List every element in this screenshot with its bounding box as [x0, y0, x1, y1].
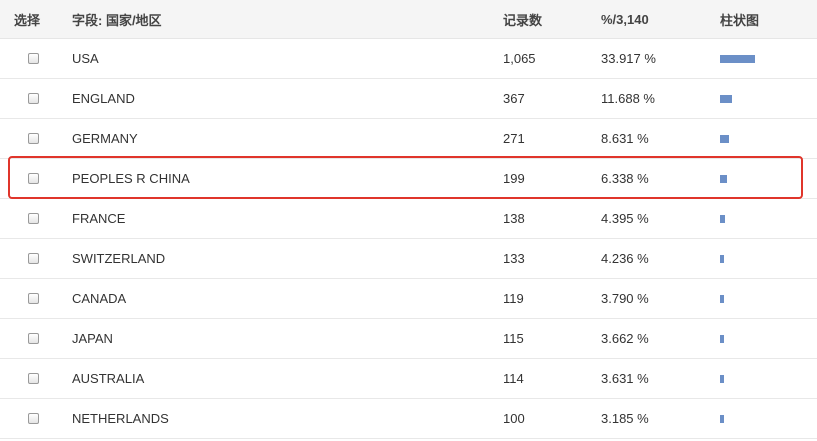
table-row: ENGLAND 367 11.688 % — [0, 79, 817, 119]
country-name: FRANCE — [72, 211, 126, 226]
country-name: PEOPLES R CHINA — [72, 171, 190, 186]
row-select-cell — [26, 239, 40, 278]
row-checkbox[interactable] — [27, 293, 39, 304]
row-checkbox[interactable] — [27, 333, 39, 344]
percent-value: 11.688 % — [601, 91, 655, 106]
percent-value: 4.236 % — [601, 251, 649, 266]
row-select-cell — [26, 279, 40, 318]
table-header: 选择 字段: 国家/地区 记录数 %/3,140 柱状图 — [0, 0, 817, 39]
country-name: NETHERLANDS — [72, 411, 169, 426]
row-select-cell — [26, 199, 40, 238]
table-row: FRANCE 138 4.395 % — [0, 199, 817, 239]
percent-value: 4.395 % — [601, 211, 649, 226]
percent-value: 33.917 % — [601, 51, 656, 66]
row-select-cell — [26, 359, 40, 398]
share-bar — [720, 214, 725, 223]
record-count: 367 — [503, 91, 525, 106]
record-count: 133 — [503, 251, 525, 266]
row-select-cell — [26, 319, 40, 358]
bar-cell — [720, 159, 800, 198]
share-bar — [720, 174, 727, 183]
table-row: SWITZERLAND 133 4.236 % — [0, 239, 817, 279]
share-bar — [720, 334, 724, 343]
row-select-cell — [26, 159, 40, 198]
row-checkbox[interactable] — [27, 133, 39, 144]
share-bar — [720, 294, 724, 303]
row-checkbox[interactable] — [27, 173, 39, 184]
percent-value: 3.790 % — [601, 291, 649, 306]
table-row: AUSTRALIA 114 3.631 % — [0, 359, 817, 399]
record-count: 119 — [503, 291, 524, 306]
share-bar — [720, 54, 755, 63]
row-select-cell — [26, 39, 40, 78]
bar-cell — [720, 239, 800, 278]
share-bar — [720, 94, 732, 103]
percent-value: 3.631 % — [601, 371, 649, 386]
row-checkbox[interactable] — [27, 373, 39, 384]
table-row: PEOPLES R CHINA 199 6.338 % — [0, 159, 817, 199]
row-select-cell — [26, 79, 40, 118]
row-checkbox[interactable] — [27, 253, 39, 264]
bar-cell — [720, 319, 800, 358]
country-name: USA — [72, 51, 99, 66]
bar-cell — [720, 399, 800, 438]
record-count: 114 — [503, 371, 524, 386]
bar-cell — [720, 359, 800, 398]
record-count: 271 — [503, 131, 525, 146]
country-name: SWITZERLAND — [72, 251, 166, 266]
bar-cell — [720, 119, 800, 158]
percent-value: 3.662 % — [601, 331, 649, 346]
percent-value: 8.631 % — [601, 131, 649, 146]
country-name: AUSTRALIA — [72, 371, 145, 386]
percent-value: 6.338 % — [601, 171, 649, 186]
table-row: GERMANY 271 8.631 % — [0, 119, 817, 159]
table-body: USA 1,065 33.917 % ENGLAND 367 11.688 % GERMAN… — [0, 39, 817, 439]
row-select-cell — [26, 119, 40, 158]
table-row: CANADA 119 3.790 % — [0, 279, 817, 319]
record-count: 115 — [503, 331, 524, 346]
share-bar — [720, 414, 724, 423]
bar-cell — [720, 79, 800, 118]
row-checkbox[interactable] — [27, 93, 39, 104]
country-name: GERMANY — [72, 131, 138, 146]
header-bar-chart: 柱状图 — [720, 12, 760, 28]
row-checkbox[interactable] — [27, 213, 39, 224]
bar-cell — [720, 39, 800, 78]
row-checkbox[interactable] — [27, 53, 39, 64]
row-select-cell — [26, 399, 40, 438]
country-name: CANADA — [72, 291, 127, 306]
record-count: 199 — [503, 171, 525, 186]
header-record-count: 记录数 — [503, 12, 543, 28]
bar-cell — [720, 199, 800, 238]
table-row: NETHERLANDS 100 3.185 % — [0, 399, 817, 439]
row-checkbox[interactable] — [27, 413, 39, 424]
table-row: JAPAN 115 3.662 % — [0, 319, 817, 359]
record-count: 1,065 — [503, 51, 536, 66]
bar-cell — [720, 279, 800, 318]
country-name: JAPAN — [72, 331, 113, 346]
header-select: 选择 — [14, 12, 41, 28]
country-name: ENGLAND — [72, 91, 135, 106]
percent-value: 3.185 % — [601, 411, 649, 426]
header-field: 字段: 国家/地区 — [72, 12, 162, 28]
share-bar — [720, 134, 729, 143]
record-count: 138 — [503, 211, 525, 226]
header-percent: %/3,140 — [601, 11, 649, 27]
record-count: 100 — [503, 411, 525, 426]
table-row: USA 1,065 33.917 % — [0, 39, 817, 79]
results-table: 选择 字段: 国家/地区 记录数 %/3,140 柱状图 USA 1,065 33.… — [0, 0, 817, 439]
share-bar — [720, 254, 724, 263]
share-bar — [720, 374, 724, 383]
